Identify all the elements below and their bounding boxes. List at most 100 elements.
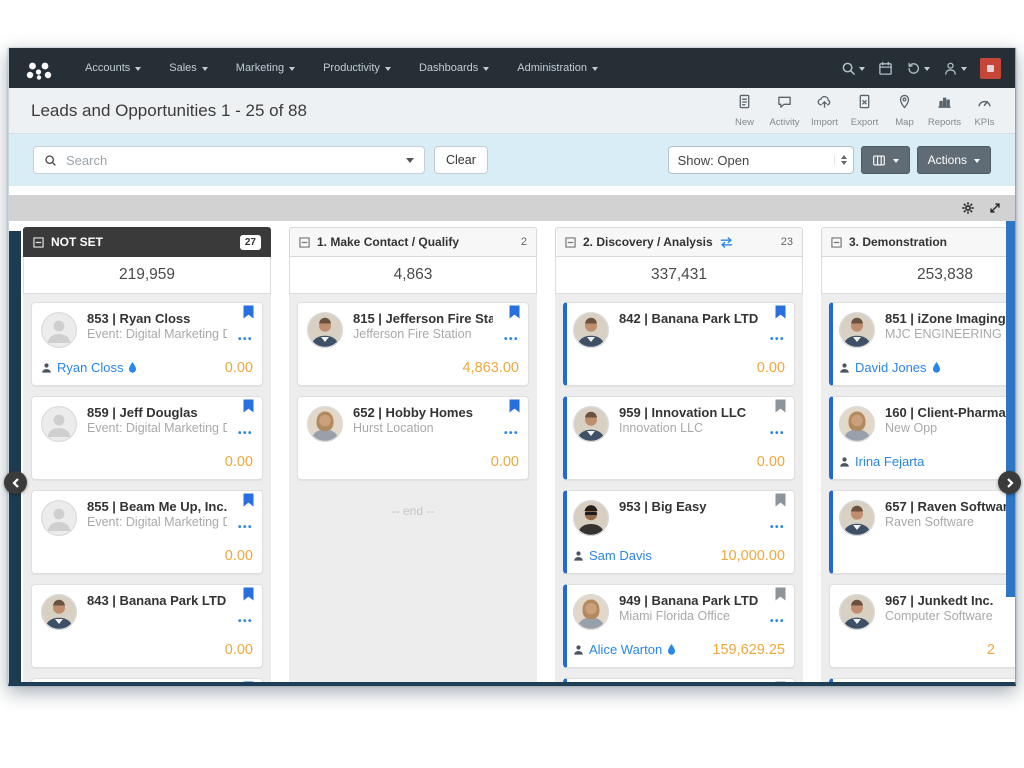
card-title: 853 | Ryan Closs — [87, 311, 227, 327]
bookmark-icon[interactable] — [243, 587, 254, 606]
opportunity-card[interactable]: 842 | Banana Park LTD0.00••• — [563, 302, 795, 386]
bookmark-icon[interactable] — [775, 305, 786, 324]
collapse-lane-icon[interactable] — [565, 237, 576, 248]
opportunity-card[interactable]: 949 | Banana Park LTDMiami Florida Offic… — [563, 584, 795, 668]
bookmark-icon[interactable] — [509, 305, 520, 324]
lane-header[interactable]: NOT SET27 — [23, 227, 271, 257]
alert-button[interactable] — [980, 58, 1001, 79]
lane-header[interactable]: 3. Demonstration — [821, 227, 1015, 257]
nav-menu-accounts[interactable]: Accounts — [71, 48, 155, 88]
kpis-button[interactable]: KPIs — [966, 91, 1003, 131]
opportunity-card[interactable]: 657 | Raven Software Solutions InRaven S… — [829, 490, 1015, 574]
assignee-link[interactable]: Alice Warton — [573, 642, 676, 657]
search-caret-icon[interactable] — [406, 158, 414, 163]
amount-value: 0.00 — [225, 360, 253, 376]
expand-icon[interactable] — [988, 201, 1002, 215]
nav-menu-dashboards[interactable]: Dashboards — [405, 48, 503, 88]
opportunity-card[interactable]: 843 | Banana Park LTD0.00••• — [31, 584, 263, 668]
opportunity-card[interactable]: 815 | Jefferson Fire StationJefferson Fi… — [297, 302, 529, 386]
opportunity-card[interactable]: 855 | Beam Me Up, Inc.Event: Digital Mar… — [31, 490, 263, 574]
bookmark-icon[interactable] — [243, 399, 254, 418]
opportunity-card[interactable]: 953 | Big EasySam Davis10,000.00••• — [563, 490, 795, 574]
action-label: Activity — [769, 117, 799, 128]
assignee-link[interactable]: Sam Davis — [573, 548, 652, 563]
nav-user-icon[interactable] — [943, 61, 967, 76]
bookmark-icon[interactable] — [509, 399, 520, 418]
collapse-lane-icon[interactable] — [831, 237, 842, 248]
board-right-edge — [1006, 221, 1015, 597]
opportunity-card[interactable]: 910 | Ryan ClossEvent: Digital Marketing… — [563, 678, 795, 682]
card-menu-ellipsis[interactable]: ••• — [504, 428, 519, 439]
card-menu-ellipsis[interactable]: ••• — [504, 334, 519, 345]
opportunity-card[interactable]: 160 | Client-Pharma, Ltd.New OppIrina Fe… — [829, 396, 1015, 480]
bookmark-icon[interactable] — [243, 493, 254, 512]
lane-header[interactable]: 1. Make Contact / Qualify2 — [289, 227, 537, 257]
lane-cards: 851 | iZone ImagingMJC ENGINEERINGDavid … — [821, 294, 1015, 682]
top-nav: Accounts Sales MarketingProductivityDashbo… — [9, 48, 1015, 88]
bookmark-icon[interactable] — [243, 305, 254, 324]
carousel-prev-button[interactable] — [4, 471, 27, 494]
export-button[interactable]: Export — [846, 91, 883, 131]
carousel-next-button[interactable] — [998, 471, 1021, 494]
card-title: 851 | iZone Imaging — [885, 311, 1015, 327]
opportunity-card[interactable]: 853 | Ryan ClossEvent: Digital Marketing… — [31, 302, 263, 386]
assignee-link[interactable]: David Jones — [839, 360, 941, 375]
map-button[interactable]: Map — [886, 91, 923, 131]
card-menu-ellipsis[interactable]: ••• — [238, 522, 253, 533]
new-button[interactable]: New — [726, 91, 763, 131]
activity-button[interactable]: Activity — [766, 91, 803, 131]
card-top: 657 | Raven Software Solutions InRaven S… — [839, 499, 1015, 541]
card-text: 843 | Banana Park LTD — [87, 593, 227, 635]
assignee-link[interactable]: Irina Fejarta — [839, 454, 924, 469]
filter-bar: Search Clear Show: Open Actions — [9, 134, 1015, 186]
opportunity-card[interactable]: 959 | Innovation LLCInnovation LLC0.00••… — [563, 396, 795, 480]
avatar — [839, 593, 875, 635]
select-stepper-icon — [834, 155, 847, 165]
mothernode-logo-icon[interactable] — [25, 55, 55, 81]
opportunity-card[interactable]: 851 | iZone ImagingMJC ENGINEERINGDavid … — [829, 302, 1015, 386]
card-menu-ellipsis[interactable]: ••• — [238, 616, 253, 627]
nav-menu-productivity[interactable]: Productivity — [309, 48, 405, 88]
card-menu-ellipsis[interactable]: ••• — [770, 522, 785, 533]
search-input[interactable]: Search — [33, 146, 425, 174]
action-label: Export — [851, 117, 878, 128]
lane-total: 253,838 — [821, 257, 1015, 294]
card-menu-ellipsis[interactable]: ••• — [770, 616, 785, 627]
card-menu-ellipsis[interactable]: ••• — [238, 428, 253, 439]
nav-calendar-icon[interactable] — [878, 61, 893, 76]
kpis-icon — [977, 94, 992, 114]
lane-title: 3. Demonstration — [849, 235, 1015, 249]
bookmark-icon[interactable] — [775, 681, 786, 682]
nav-menu-label: Sales — [169, 62, 197, 74]
reports-button[interactable]: Reports — [926, 91, 963, 131]
card-menu-ellipsis[interactable]: ••• — [770, 428, 785, 439]
view-kanban-button[interactable] — [861, 146, 910, 174]
import-button[interactable]: Import — [806, 91, 843, 131]
opportunity-card[interactable]: 751 | Mothernode CRMSample LeadSally Mao… — [31, 678, 263, 682]
nav-menu-marketing[interactable]: Marketing — [222, 48, 309, 88]
opportunity-card[interactable]: 956 | Mento MusicMore Inc.Tom Franks••• — [829, 678, 1015, 682]
nav-menu-sales[interactable]: Sales — [155, 48, 222, 88]
opportunity-card[interactable]: 652 | Hobby HomesHurst Location0.00••• — [297, 396, 529, 480]
nav-history-icon[interactable] — [906, 61, 930, 76]
opportunity-card[interactable]: 859 | Jeff DouglasEvent: Digital Marketi… — [31, 396, 263, 480]
collapse-lane-icon[interactable] — [299, 237, 310, 248]
nav-menu-administration[interactable]: Administration — [503, 48, 612, 88]
clear-button[interactable]: Clear — [434, 146, 488, 174]
assignee-link[interactable]: Ryan Closs — [41, 360, 137, 375]
card-menu-ellipsis[interactable]: ••• — [238, 334, 253, 345]
card-menu-ellipsis[interactable]: ••• — [770, 334, 785, 345]
lane-header[interactable]: 2. Discovery / Analysis23 — [555, 227, 803, 257]
collapse-lane-icon[interactable] — [33, 237, 44, 248]
kanban-board: NOT SET27219,959853 | Ryan ClossEvent: D… — [9, 221, 1015, 682]
show-filter-select[interactable]: Show: Open — [668, 146, 854, 174]
nav-search-icon[interactable] — [841, 61, 865, 76]
actions-button[interactable]: Actions — [917, 146, 991, 174]
card-footer: Alice Warton159,629.25 — [573, 641, 785, 658]
bookmark-icon[interactable] — [775, 399, 786, 418]
bookmark-icon[interactable] — [243, 681, 254, 682]
bookmark-icon[interactable] — [775, 493, 786, 512]
settings-gear-icon[interactable] — [961, 201, 975, 215]
bookmark-icon[interactable] — [775, 587, 786, 606]
opportunity-card[interactable]: 967 | Junkedt Inc.Computer Software2••• — [829, 584, 1015, 668]
